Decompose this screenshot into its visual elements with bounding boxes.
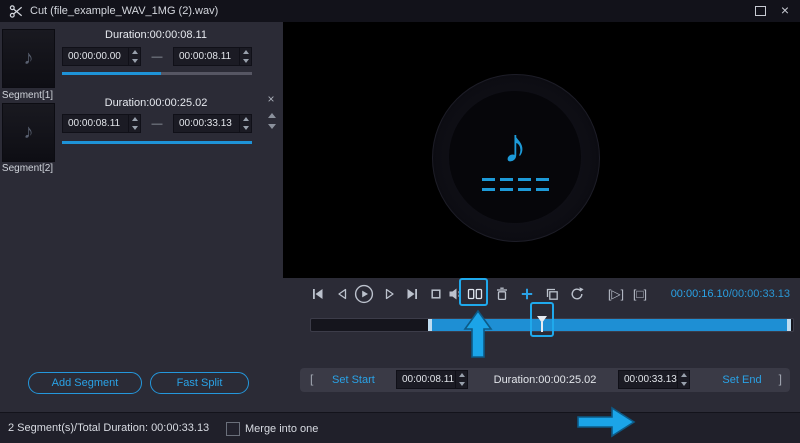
segment1-duration: Duration:00:00:08.11 <box>105 29 207 41</box>
segment1-end-input[interactable]: 00:00:08.11 <box>173 47 252 66</box>
stop-segment-icon[interactable]: [□] <box>633 287 647 301</box>
spin-up-button[interactable] <box>240 115 251 124</box>
previous-frame-button[interactable] <box>334 286 350 302</box>
play-segment-icon[interactable]: [▷] <box>608 287 624 301</box>
segments-panel: ♪ Segment[1] ♪ Segment[2] Duration:00:00… <box>0 22 284 412</box>
selection-end-handle[interactable] <box>787 319 791 331</box>
spinner <box>677 371 689 388</box>
status-bar: 2 Segment(s)/Total Duration: 00:00:33.13… <box>0 412 800 443</box>
audio-thumbnail-icon: ♪ <box>23 47 34 69</box>
segment2-end-input[interactable]: 00:00:33.13 <box>173 114 252 133</box>
range-separator: — <box>151 50 163 63</box>
split-segment-button[interactable] <box>467 286 483 302</box>
range-separator: — <box>151 117 163 130</box>
trim-end-input[interactable]: 00:00:33.13 <box>618 370 690 389</box>
segment2-time-range: 00:00:08.11 — 00:00:33.13 <box>62 114 252 133</box>
spinner <box>128 48 140 65</box>
segment1-thumbnail[interactable]: ♪ <box>2 29 55 88</box>
segment1-progress-slider[interactable] <box>62 72 252 75</box>
segment1-progress-fill <box>62 72 161 75</box>
trim-bar: [ Set Start 00:00:08.11 Duration:00:00:2… <box>300 368 790 392</box>
cut-dialog-window: Cut (file_example_WAV_1MG (2).wav) × ♪ S… <box>0 0 800 443</box>
next-frame-button[interactable] <box>382 286 398 302</box>
spin-down-button[interactable] <box>129 57 140 66</box>
equalizer-dashes <box>481 188 549 191</box>
copy-segment-button[interactable] <box>544 286 560 302</box>
spin-up-button[interactable] <box>129 115 140 124</box>
timeline-selection[interactable] <box>428 319 791 331</box>
segment2-thumbnail[interactable]: ♪ <box>2 103 55 162</box>
music-note-icon: ♪ <box>503 120 527 173</box>
spinner <box>239 48 251 65</box>
spin-down-button[interactable] <box>129 124 140 133</box>
current-time: 00:00:16.10 <box>670 288 729 300</box>
remove-segment-button[interactable]: × <box>264 92 278 106</box>
time-value: 00:00:08.11 <box>179 51 232 62</box>
spin-up-button[interactable] <box>129 48 140 57</box>
equalizer-dashes <box>481 178 549 181</box>
spinner <box>239 115 251 132</box>
delete-segment-button[interactable] <box>494 286 510 302</box>
close-bracket-label: ] <box>778 372 782 386</box>
timeline-track[interactable] <box>310 316 794 334</box>
spin-down-button[interactable] <box>240 57 251 66</box>
audio-placeholder-ring: ♪ <box>432 74 600 242</box>
add-segment-button[interactable]: Add Segment <box>28 372 142 394</box>
stop-button[interactable] <box>428 286 444 302</box>
segment2-start-input[interactable]: 00:00:08.11 <box>62 114 141 133</box>
segment2-progress-slider[interactable] <box>62 141 252 144</box>
fast-split-button[interactable]: Fast Split <box>150 372 249 394</box>
time-value: 00:00:33.13 <box>179 118 232 129</box>
reset-button[interactable] <box>569 286 585 302</box>
spinner <box>128 115 140 132</box>
spinner <box>455 371 467 388</box>
audio-preview: ♪ <box>283 22 800 278</box>
spin-down-button[interactable] <box>678 380 689 389</box>
open-bracket-label: [ <box>310 372 314 386</box>
move-segment-up-button[interactable] <box>266 111 278 120</box>
set-start-button[interactable]: Set Start <box>332 374 375 386</box>
titlebar: Cut (file_example_WAV_1MG (2).wav) × <box>0 0 800 22</box>
spin-down-button[interactable] <box>240 124 251 133</box>
playhead-stem <box>541 322 543 332</box>
segment2-progress-fill <box>62 141 252 144</box>
skip-to-start-button[interactable] <box>310 286 326 302</box>
time-value: 00:00:08.11 <box>68 118 121 129</box>
volume-button[interactable] <box>448 286 464 302</box>
skip-to-end-button[interactable] <box>404 286 420 302</box>
time-value: 00:00:33.13 <box>624 374 677 385</box>
time-display: 00:00:16.10/00:00:33.13 <box>671 288 790 300</box>
segment1-start-input[interactable]: 00:00:00.00 <box>62 47 141 66</box>
set-end-button[interactable]: Set End <box>712 374 772 386</box>
segment1-time-range: 00:00:00.00 — 00:00:08.11 <box>62 47 252 66</box>
time-value: 00:00:00.00 <box>68 51 121 62</box>
segment1-label: Segment[1] <box>1 90 54 101</box>
window-title: Cut (file_example_WAV_1MG (2).wav) <box>30 5 219 17</box>
time-value: 00:00:08.11 <box>402 374 455 385</box>
spin-up-button[interactable] <box>678 371 689 380</box>
move-segment-down-button[interactable] <box>266 122 278 131</box>
audio-thumbnail-icon: ♪ <box>23 121 34 143</box>
add-segment-icon-button[interactable] <box>519 286 535 302</box>
playhead-marker[interactable] <box>536 316 548 334</box>
segment2-duration: Duration:00:00:25.02 <box>104 97 208 109</box>
spin-up-button[interactable] <box>240 48 251 57</box>
segment2-label: Segment[2] <box>1 163 54 174</box>
audio-placeholder: ♪ <box>449 91 581 223</box>
maximize-button[interactable] <box>755 6 766 16</box>
total-time: 00:00:33.13 <box>731 288 790 300</box>
trim-duration-label: Duration:00:00:25.02 <box>493 374 597 386</box>
spin-up-button[interactable] <box>456 371 467 380</box>
trim-start-input[interactable]: 00:00:08.11 <box>396 370 468 389</box>
spin-down-button[interactable] <box>456 380 467 389</box>
playback-controls: [▷] [□] 00:00:16.10/00:00:33.13 [ Set St… <box>283 278 800 412</box>
merge-into-one-checkbox[interactable] <box>226 422 240 436</box>
merge-into-one-label[interactable]: Merge into one <box>245 423 318 435</box>
play-button[interactable] <box>354 284 374 304</box>
selection-start-handle[interactable] <box>428 319 432 331</box>
scissors-icon <box>9 5 23 18</box>
close-button[interactable]: × <box>778 0 792 21</box>
segments-summary: 2 Segment(s)/Total Duration: 00:00:33.13 <box>8 422 210 434</box>
